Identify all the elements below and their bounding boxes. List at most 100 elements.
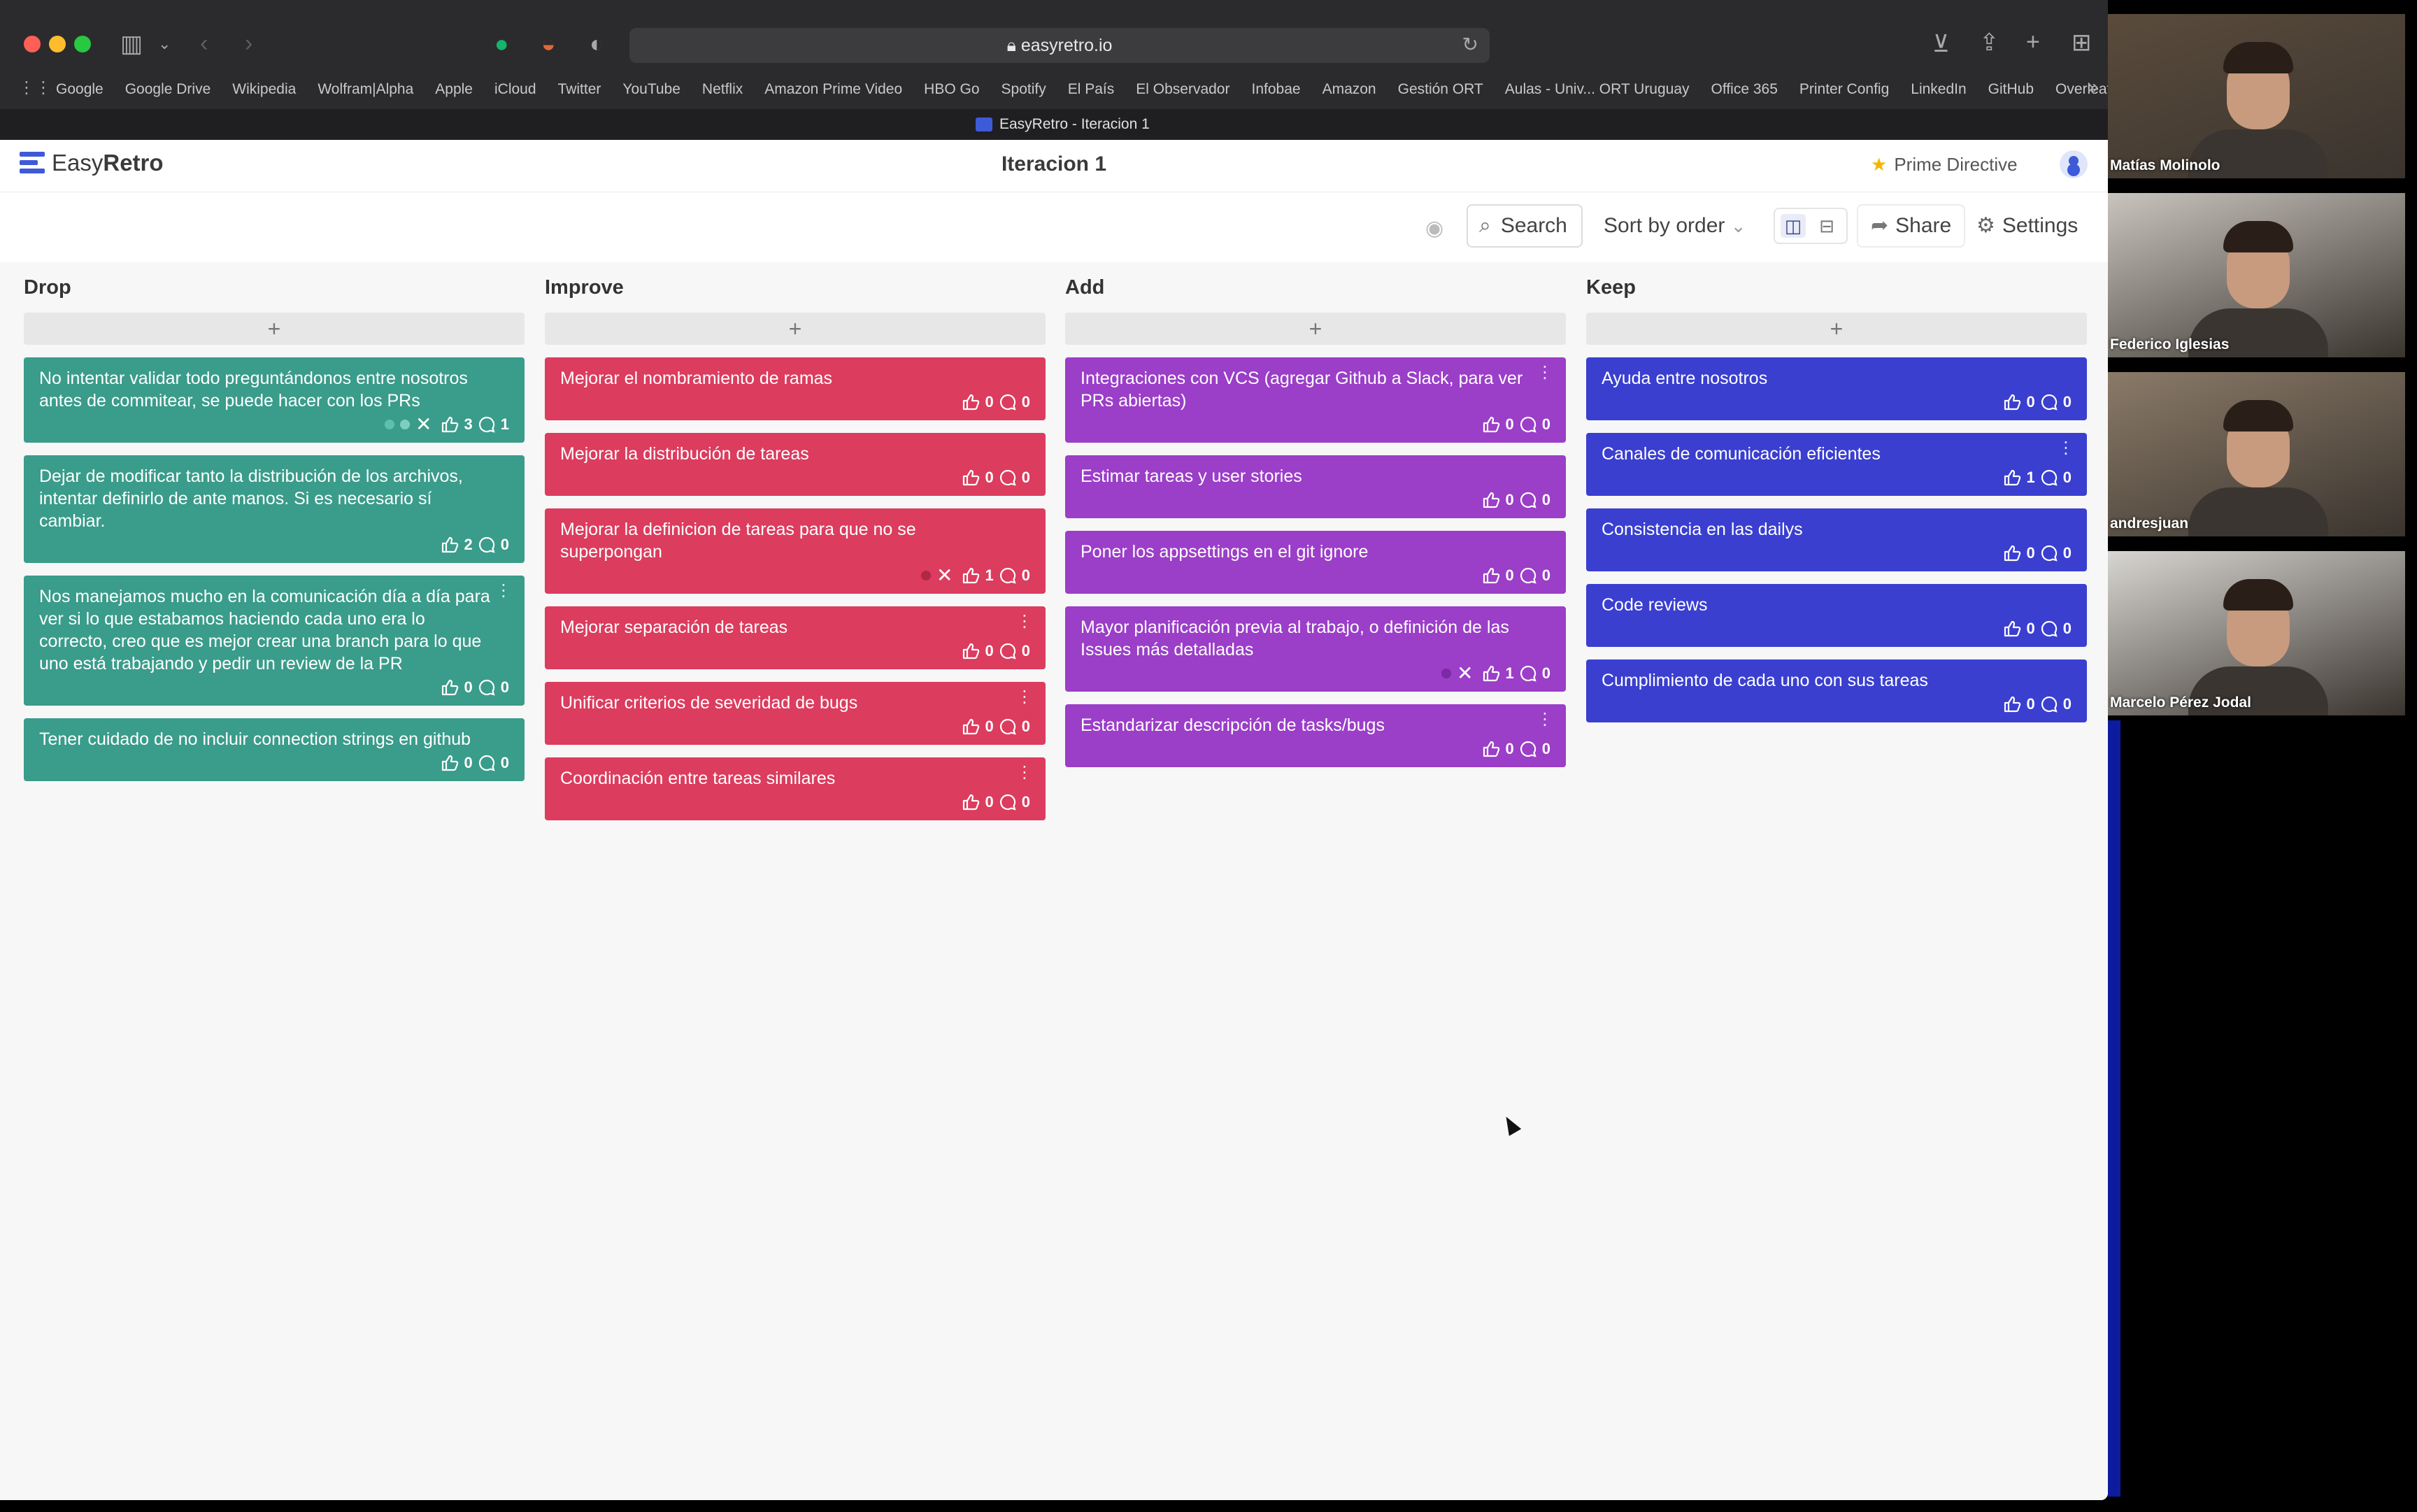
new-tab-icon[interactable]: + <box>2026 28 2040 56</box>
comment-icon[interactable] <box>478 679 495 696</box>
participant-video-tile[interactable]: Federico Iglesias <box>2108 193 2405 357</box>
retro-card[interactable]: ⋮ Coordinación entre tareas similares 0 0 <box>545 757 1046 820</box>
thumbs-up-icon[interactable] <box>441 755 459 771</box>
card-menu-icon[interactable]: ⋮ <box>1016 689 1033 706</box>
thumbs-up-icon[interactable] <box>962 643 980 659</box>
thumbs-up-icon[interactable] <box>441 679 459 696</box>
retro-card[interactable]: Ayuda entre nosotros 0 0 <box>1586 357 2087 420</box>
thumbs-up-icon[interactable] <box>962 794 980 811</box>
rows-view-icon[interactable]: ⊟ <box>1814 214 1839 238</box>
bookmark-item[interactable]: HBO Go <box>924 78 979 101</box>
thumbs-up-icon[interactable] <box>2003 545 2021 562</box>
bookmark-item[interactable]: Office 365 <box>1711 78 1778 101</box>
retro-card[interactable]: Mejorar la definicion de tareas para que… <box>545 508 1046 594</box>
bookmark-item[interactable]: Spotify <box>1001 78 1046 101</box>
retro-card[interactable]: Mejorar el nombramiento de ramas 0 0 <box>545 357 1046 420</box>
card-menu-icon[interactable]: ⋮ <box>1016 613 1033 630</box>
thumbs-up-icon[interactable] <box>1482 567 1500 584</box>
retro-card[interactable]: Dejar de modificar tanto la distribución… <box>24 455 525 563</box>
bookmark-item[interactable]: Printer Config <box>1799 78 1889 101</box>
thumbs-up-icon[interactable] <box>962 394 980 411</box>
retro-card[interactable]: Consistencia en las dailys 0 0 <box>1586 508 2087 571</box>
comment-icon[interactable] <box>478 755 495 771</box>
bookmark-item[interactable]: Overleaf <box>2055 78 2108 101</box>
comment-icon[interactable] <box>2041 696 2058 713</box>
thumbs-up-icon[interactable] <box>2003 696 2021 713</box>
maximize-window-button[interactable] <box>74 36 91 52</box>
thumbs-up-icon[interactable] <box>1482 416 1500 433</box>
card-menu-icon[interactable]: ⋮ <box>1537 711 1553 728</box>
close-window-button[interactable] <box>24 36 41 52</box>
retro-card[interactable]: ⋮ Integraciones con VCS (agregar Github a… <box>1065 357 1566 443</box>
tab-overview-icon[interactable]: ⊞ <box>2072 29 2092 57</box>
thumbs-up-icon[interactable] <box>2003 394 2021 411</box>
comment-icon[interactable] <box>2041 545 2058 562</box>
comment-icon[interactable] <box>999 794 1016 811</box>
retro-card[interactable]: ⋮ Canales de comunicación eficientes 1 0 <box>1586 433 2087 496</box>
comment-icon[interactable] <box>999 718 1016 735</box>
bookmark-item[interactable]: Aulas - Univ... ORT Uruguay <box>1505 78 1690 101</box>
retro-card[interactable]: ⋮ Unificar criterios de severidad de bugs… <box>545 682 1046 745</box>
bookmark-item[interactable]: Gestión ORT <box>1398 78 1483 101</box>
extension-icon[interactable]: ◒ <box>541 30 556 58</box>
participant-video-tile[interactable]: Matías Molinolo <box>2108 14 2405 178</box>
comment-icon[interactable] <box>999 643 1016 659</box>
user-avatar-icon[interactable] <box>2060 150 2088 178</box>
comment-icon[interactable] <box>999 567 1016 584</box>
prime-directive-button[interactable]: ★ Prime Directive <box>1871 140 2018 189</box>
chevron-down-icon[interactable]: ⌄ <box>158 30 171 58</box>
search-button[interactable]: ⌕ Search <box>1467 204 1583 248</box>
settings-button[interactable]: ⚙ Settings <box>1976 204 2078 248</box>
thumbs-up-icon[interactable] <box>1482 492 1500 508</box>
comment-icon[interactable] <box>1520 665 1537 682</box>
bookmark-item[interactable]: El Observador <box>1136 78 1229 101</box>
participant-video-tile[interactable]: andresjuan <box>2108 372 2405 536</box>
retro-card[interactable]: No intentar validar todo preguntándonos … <box>24 357 525 443</box>
forward-arrow-icon[interactable]: › <box>245 29 252 57</box>
address-bar[interactable]: 🔒︎ easyretro.io ↻ <box>629 28 1490 63</box>
sidebar-toggle-icon[interactable]: ▥ <box>120 30 143 58</box>
thumbs-up-icon[interactable] <box>962 718 980 735</box>
download-icon[interactable]: ⊻ <box>1932 30 1950 58</box>
reload-icon[interactable]: ↻ <box>1462 31 1478 59</box>
participant-video-tile[interactable]: Marcelo Pérez Jodal <box>2108 551 2405 715</box>
thumbs-up-icon[interactable] <box>962 469 980 486</box>
bookmark-item[interactable]: LinkedIn <box>1911 78 1966 101</box>
retro-card[interactable]: Estimar tareas y user stories 0 0 <box>1065 455 1566 518</box>
bookmark-item[interactable]: Wikipedia <box>232 78 296 101</box>
retro-card[interactable]: ⋮ Nos manejamos mucho en la comunicación … <box>24 576 525 706</box>
thumbs-up-icon[interactable] <box>1482 741 1500 757</box>
comment-icon[interactable] <box>1520 741 1537 757</box>
bookmark-item[interactable]: Twitter <box>558 78 601 101</box>
bookmark-item[interactable]: Apple <box>435 78 473 101</box>
card-menu-icon[interactable]: ⋮ <box>1016 764 1033 781</box>
retro-card[interactable]: Mejorar la distribución de tareas 0 0 <box>545 433 1046 496</box>
bookmark-item[interactable]: YouTube <box>622 78 680 101</box>
comment-icon[interactable] <box>2041 620 2058 637</box>
comment-icon[interactable] <box>999 394 1016 411</box>
add-card-button[interactable]: + <box>1065 313 1566 345</box>
retro-card[interactable]: Mayor planificación previa al trabajo, o… <box>1065 606 1566 692</box>
bookmark-item[interactable]: Infobae <box>1251 78 1300 101</box>
remove-vote-icon[interactable]: ✕ <box>415 413 432 436</box>
thumbs-up-icon[interactable] <box>1482 665 1500 682</box>
columns-view-icon[interactable]: ◫ <box>1781 214 1806 238</box>
comment-icon[interactable] <box>1520 492 1537 508</box>
thumbs-up-icon[interactable] <box>441 536 459 553</box>
thumbs-up-icon[interactable] <box>2003 620 2021 637</box>
comment-icon[interactable] <box>1520 416 1537 433</box>
bookmark-item[interactable]: Google <box>56 78 104 101</box>
bookmark-item[interactable]: Amazon Prime Video <box>764 78 902 101</box>
add-card-button[interactable]: + <box>545 313 1046 345</box>
bookmark-item[interactable]: Wolfram|Alpha <box>318 78 413 101</box>
back-arrow-icon[interactable]: ‹ <box>200 29 208 57</box>
remove-vote-icon[interactable]: ✕ <box>1457 662 1473 685</box>
thumbs-up-icon[interactable] <box>962 567 980 584</box>
comment-icon[interactable] <box>2041 394 2058 411</box>
shield-icon[interactable]: ◐ <box>590 30 604 58</box>
share-icon[interactable]: ⇪ <box>1979 29 1999 57</box>
share-button[interactable]: ➦ Share <box>1857 204 1966 248</box>
bookmark-item[interactable]: Google Drive <box>125 78 211 101</box>
more-bookmarks-icon[interactable]: » <box>2088 73 2099 101</box>
retro-card[interactable]: ⋮ Estandarizar descripción de tasks/bugs 0… <box>1065 704 1566 767</box>
